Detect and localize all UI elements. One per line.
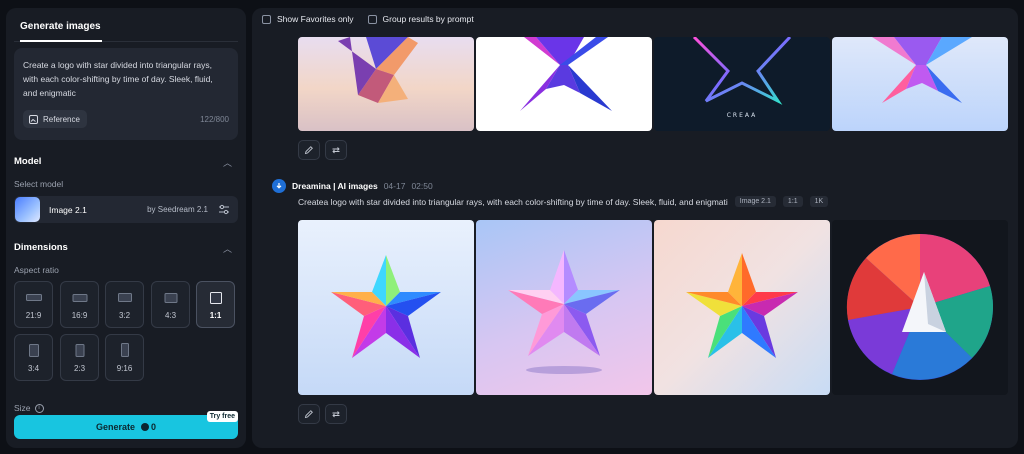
- ratio-shape-icon: [120, 343, 129, 357]
- result-image[interactable]: [832, 37, 1008, 131]
- ratio-1-1[interactable]: 1:1: [196, 281, 235, 328]
- pencil-icon: [304, 410, 313, 419]
- result-meta: Dreamina | AI images 04-17 02:50: [272, 179, 433, 193]
- result-date: 04-17: [383, 181, 406, 191]
- generate-button[interactable]: Generate 0 Try free: [14, 411, 238, 439]
- swirl-logo-image: [846, 233, 994, 380]
- ratio-2-3[interactable]: 2:3: [60, 334, 99, 381]
- model-section-title: Model: [14, 156, 42, 167]
- ratio-3-2[interactable]: 3:2: [105, 281, 144, 328]
- brand-name: Dreamina | AI images: [292, 181, 378, 191]
- prompt-input[interactable]: Create a logo with star divided into tri…: [23, 58, 223, 100]
- generate-label: Generate: [95, 422, 135, 432]
- regenerate-button[interactable]: [325, 404, 347, 424]
- tab-generate-images[interactable]: Generate images: [14, 12, 238, 42]
- star-logo-image: [520, 37, 612, 111]
- regenerate-button[interactable]: [325, 140, 347, 160]
- reference-button[interactable]: Reference: [23, 110, 87, 128]
- result-time: 02:50: [411, 181, 433, 191]
- ratio-4-3[interactable]: 4:3: [151, 281, 190, 328]
- group-by-prompt-label: Group results by prompt: [382, 14, 474, 24]
- result-image[interactable]: [476, 37, 652, 131]
- result-prompt[interactable]: Createa logo with star divided into tria…: [298, 197, 728, 207]
- tag-resolution: 1K: [809, 196, 829, 207]
- ratio-3-4[interactable]: 3:4: [14, 334, 53, 381]
- ratio-shape-icon: [75, 344, 84, 357]
- result-image[interactable]: [476, 220, 652, 395]
- model-provider: by Seedream 2.1: [147, 205, 208, 214]
- ratio-9-16[interactable]: 9:16: [105, 334, 144, 381]
- ratio-shape-icon: [28, 344, 39, 357]
- checkbox[interactable]: [262, 14, 271, 24]
- model-name: Image 2.1: [49, 205, 87, 215]
- star-logo-image: [872, 37, 972, 103]
- generate-cost: 0: [151, 422, 157, 432]
- ratio-label: 3:4: [27, 364, 40, 373]
- chevron-up-icon[interactable]: ︿: [223, 242, 232, 255]
- repeat-icon: [332, 411, 340, 418]
- dimensions-section-title: Dimensions: [14, 242, 68, 253]
- ratio-shape-icon: [164, 293, 177, 303]
- image-logo-text: CREAA: [727, 112, 758, 119]
- ratio-shape-icon: [72, 294, 87, 302]
- generate-panel: Generate images Create a logo with star …: [6, 8, 246, 448]
- size-label: Size: [14, 403, 31, 413]
- settings-sliders-icon[interactable]: [218, 204, 230, 215]
- ratio-label: 2:3: [73, 364, 86, 373]
- repeat-icon: [332, 147, 340, 154]
- ratio-shape-icon: [117, 293, 132, 302]
- ratio-16-9[interactable]: 16:9: [60, 281, 99, 328]
- ratio-label: 21:9: [25, 311, 42, 320]
- select-model-label: Select model: [14, 179, 64, 189]
- result-image[interactable]: [654, 220, 830, 395]
- info-icon[interactable]: i: [34, 403, 44, 413]
- result-image[interactable]: [298, 220, 474, 395]
- credit-coin-icon: [141, 423, 149, 431]
- chevron-up-icon[interactable]: ︿: [223, 156, 232, 169]
- generate-label-row: Generate 0: [14, 422, 238, 432]
- star-logo-image: [331, 255, 441, 358]
- ratio-shape-icon: [25, 294, 42, 301]
- char-count: 122/800: [200, 115, 229, 124]
- model-thumbnail: [15, 197, 40, 222]
- star-logo-image: [686, 253, 798, 358]
- show-favorites-label: Show Favorites only: [277, 14, 354, 24]
- group-by-prompt-filter[interactable]: Group results by prompt: [367, 14, 474, 24]
- ratio-label: 9:16: [116, 364, 133, 373]
- filter-bar: Show Favorites only Group results by pro…: [262, 14, 474, 24]
- ratio-21-9[interactable]: 21:9: [14, 281, 53, 328]
- aspect-ratio-label: Aspect ratio: [14, 265, 59, 275]
- tag-ratio: 1:1: [782, 196, 803, 207]
- results-panel: Show Favorites only Group results by pro…: [252, 8, 1018, 448]
- ratio-label: 16:9: [71, 311, 88, 320]
- star-logo-image: CREAA: [692, 37, 792, 119]
- tag-model: Image 2.1: [734, 196, 776, 207]
- ratio-label: 3:2: [118, 311, 131, 320]
- edit-button[interactable]: [298, 140, 320, 160]
- result-image[interactable]: [298, 37, 474, 131]
- try-free-badge: Try free: [206, 411, 238, 422]
- ratio-label: 1:1: [209, 311, 222, 320]
- dreamina-logo-icon: [272, 179, 286, 193]
- result-image[interactable]: [832, 220, 1008, 395]
- pencil-icon: [304, 146, 313, 155]
- edit-button[interactable]: [298, 404, 320, 424]
- checkbox[interactable]: [367, 14, 377, 24]
- size-label-row: Size i: [14, 403, 44, 413]
- star-logo-image: [338, 37, 418, 103]
- star-logo-image: [508, 250, 620, 374]
- result-prompt-row: Createa logo with star divided into tria…: [298, 196, 829, 207]
- ratio-shape-icon: [209, 292, 222, 304]
- model-selector[interactable]: Image 2.1 by Seedream 2.1: [14, 196, 238, 223]
- prompt-box[interactable]: Create a logo with star divided into tri…: [14, 48, 238, 140]
- result-image[interactable]: CREAA: [654, 37, 830, 131]
- ratio-label: 4:3: [164, 311, 177, 320]
- reference-label: Reference: [43, 114, 80, 124]
- show-favorites-filter[interactable]: Show Favorites only: [262, 14, 354, 24]
- reference-image-icon: [29, 114, 38, 124]
